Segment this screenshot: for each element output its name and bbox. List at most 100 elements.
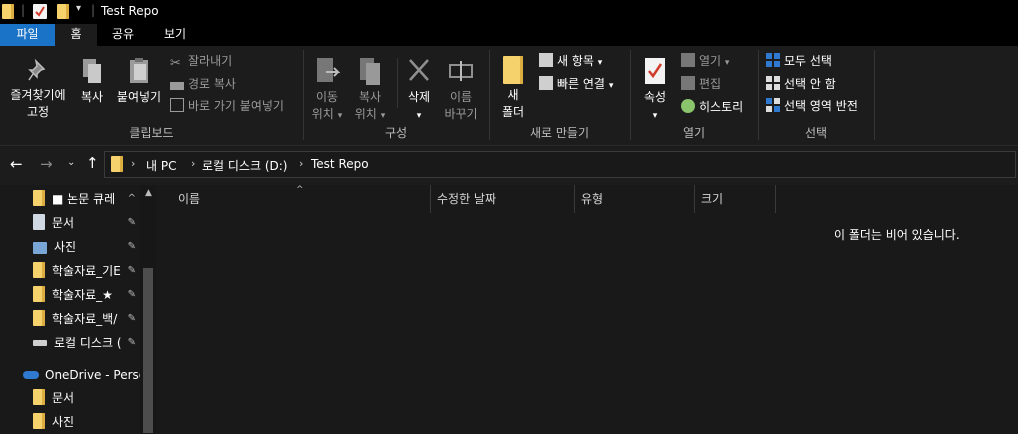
pin-label-1: 즐겨찾기에 bbox=[10, 88, 66, 102]
nav-item-paper-curation[interactable]: ■ 논문 큐레 ^ bbox=[0, 187, 140, 211]
breadcrumb-this-pc[interactable]: 내 PC bbox=[146, 157, 176, 174]
address-bar[interactable]: › 내 PC › 로컬 디스크 (D:) › Test Repo bbox=[104, 151, 1016, 178]
tab-file[interactable]: 파일 bbox=[0, 24, 55, 46]
delete-button[interactable]: 삭제 ▾ bbox=[402, 56, 436, 125]
delete-x-icon bbox=[409, 59, 429, 81]
nav-item-label: ■ 논문 큐레 bbox=[52, 192, 116, 206]
sort-ascending-icon: ^ bbox=[296, 185, 304, 195]
easy-access-icon bbox=[539, 76, 553, 90]
folder-icon bbox=[503, 56, 523, 84]
select-none-icon bbox=[766, 76, 780, 90]
nav-item-onedrive-documents[interactable]: 문서 bbox=[0, 386, 140, 410]
paste-label: 붙여넣기 bbox=[116, 90, 162, 104]
history-button[interactable]: 히스토리 bbox=[681, 97, 743, 117]
back-arrow-icon[interactable]: ← bbox=[10, 155, 23, 173]
folder-icon bbox=[33, 389, 45, 405]
copy-icon bbox=[83, 59, 101, 83]
easy-access-button[interactable]: 빠른 연결 ▾ bbox=[539, 74, 613, 94]
invert-selection-icon bbox=[766, 98, 780, 112]
nav-item-documents[interactable]: 문서 ✎ bbox=[0, 211, 140, 235]
copy-button[interactable]: 복사 bbox=[74, 56, 110, 106]
recent-locations-chevron-icon[interactable]: ⌄ bbox=[67, 157, 75, 168]
edit-label: 편집 bbox=[699, 77, 722, 91]
easy-access-label: 빠른 연결 bbox=[557, 77, 605, 91]
nav-item-academic-2[interactable]: 학술자료_★ ✎ bbox=[0, 283, 140, 307]
nav-item-pictures[interactable]: 사진 ✎ bbox=[0, 235, 140, 259]
delete-label: 삭제 bbox=[407, 90, 431, 104]
customize-quick-access-icon[interactable]: ▾ bbox=[76, 3, 81, 14]
group-label-open: 열기 bbox=[682, 126, 706, 140]
nav-scrollbar-thumb[interactable] bbox=[143, 268, 153, 433]
empty-folder-message: 이 폴더는 비어 있습니다. bbox=[834, 228, 960, 242]
nav-item-onedrive-pictures[interactable]: 사진 bbox=[0, 410, 140, 434]
onedrive-label: OneDrive - Persor bbox=[45, 368, 140, 382]
folder-icon bbox=[33, 310, 45, 326]
divider bbox=[397, 58, 398, 108]
nav-item-academic-3[interactable]: 학술자료_백/ ✎ bbox=[0, 307, 140, 331]
nav-item-academic-1[interactable]: 학술자료_기E ✎ bbox=[0, 259, 140, 283]
cut-label: 잘라내기 bbox=[188, 54, 233, 68]
tab-home[interactable]: 홈 bbox=[55, 24, 97, 46]
breadcrumb-separator-icon[interactable]: › bbox=[191, 157, 195, 170]
group-divider bbox=[874, 50, 875, 140]
folder-icon bbox=[111, 156, 123, 172]
group-label-organize: 구성 bbox=[384, 126, 408, 140]
nav-item-label: 로컬 디스크 ( bbox=[54, 336, 122, 350]
up-arrow-icon[interactable]: ↑ bbox=[86, 154, 99, 172]
properties-quick-icon[interactable] bbox=[33, 4, 47, 19]
column-header-type[interactable]: 유형 bbox=[575, 185, 695, 213]
nav-item-local-disk[interactable]: 로컬 디스크 ( ✎ bbox=[0, 331, 140, 355]
copy-path-label: 경로 복사 bbox=[188, 77, 236, 91]
nav-item-label: 문서 bbox=[52, 391, 75, 405]
rename-button[interactable]: 이름 바꾸기 bbox=[441, 56, 481, 123]
select-none-button[interactable]: 선택 안 함 bbox=[766, 74, 836, 94]
paste-shortcut-button[interactable]: 바로 가기 붙여넣기 bbox=[170, 96, 284, 116]
pin-icon: ✎ bbox=[127, 337, 136, 348]
new-item-icon bbox=[539, 53, 553, 67]
clipboard-icon bbox=[130, 58, 148, 83]
ribbon-tabs: 파일 홈 공유 보기 bbox=[0, 24, 1018, 46]
properties-button[interactable]: 속성 ▾ bbox=[638, 56, 672, 125]
select-all-button[interactable]: 모두 선택 bbox=[766, 51, 832, 71]
column-header-size[interactable]: 크기 bbox=[695, 185, 776, 213]
tab-share[interactable]: 공유 bbox=[100, 24, 146, 46]
folder-icon bbox=[33, 190, 45, 206]
new-folder-quick-icon[interactable] bbox=[57, 4, 69, 19]
invert-selection-button[interactable]: 선택 영역 반전 bbox=[766, 96, 858, 116]
nav-item-onedrive[interactable]: OneDrive - Persor bbox=[0, 363, 140, 387]
ribbon: 즐겨찾기에 고정 복사 붙여넣기 ✂ 잘라내기 경로 복사 바로 가기 붙여넣기 … bbox=[0, 46, 1018, 146]
edit-button[interactable]: 편집 bbox=[681, 74, 721, 94]
new-item-button[interactable]: 새 항목 ▾ bbox=[539, 51, 602, 71]
nav-item-label: 학술자료_기E bbox=[52, 264, 121, 278]
pin-icon: ^ bbox=[127, 193, 136, 204]
folder-icon bbox=[33, 262, 45, 278]
cloud-icon bbox=[23, 371, 39, 379]
breadcrumb-separator-icon[interactable]: › bbox=[299, 157, 303, 170]
breadcrumb-local-disk[interactable]: 로컬 디스크 (D:) bbox=[202, 157, 287, 174]
copy-to-button[interactable]: 복사 위치 ▾ bbox=[352, 56, 388, 125]
title-bar: | ▾ | Test Repo bbox=[0, 0, 1018, 24]
tab-view[interactable]: 보기 bbox=[152, 24, 198, 46]
move-to-button[interactable]: 이동 위치 ▾ bbox=[309, 56, 345, 125]
copy-to-label-2: 위치 bbox=[354, 107, 377, 121]
paste-button[interactable]: 붙여넣기 bbox=[112, 56, 166, 106]
breadcrumb-separator-icon[interactable]: › bbox=[131, 157, 135, 170]
pin-to-quick-access-button[interactable]: 즐겨찾기에 고정 bbox=[4, 58, 72, 121]
pin-icon bbox=[28, 58, 46, 81]
scroll-up-arrow-icon[interactable]: ▲ bbox=[145, 188, 152, 198]
open-button[interactable]: 열기 ▾ bbox=[681, 51, 729, 71]
checkmark-icon bbox=[35, 6, 45, 17]
breadcrumb-current-folder[interactable]: Test Repo bbox=[311, 157, 369, 171]
cut-button[interactable]: ✂ 잘라내기 bbox=[170, 51, 232, 71]
copy-path-button[interactable]: 경로 복사 bbox=[170, 74, 236, 94]
pin-icon: ✎ bbox=[127, 217, 136, 228]
properties-icon bbox=[645, 58, 665, 84]
new-folder-button[interactable]: 새 폴더 bbox=[496, 56, 530, 121]
open-label: 열기 bbox=[699, 54, 722, 68]
nav-item-label: 학술자료_★ bbox=[52, 288, 113, 302]
history-icon bbox=[681, 99, 695, 113]
column-header-date-modified[interactable]: 수정한 날짜 bbox=[431, 185, 575, 213]
pictures-icon bbox=[33, 242, 47, 254]
nav-item-label: 문서 bbox=[52, 216, 75, 230]
forward-arrow-icon[interactable]: → bbox=[40, 155, 53, 173]
